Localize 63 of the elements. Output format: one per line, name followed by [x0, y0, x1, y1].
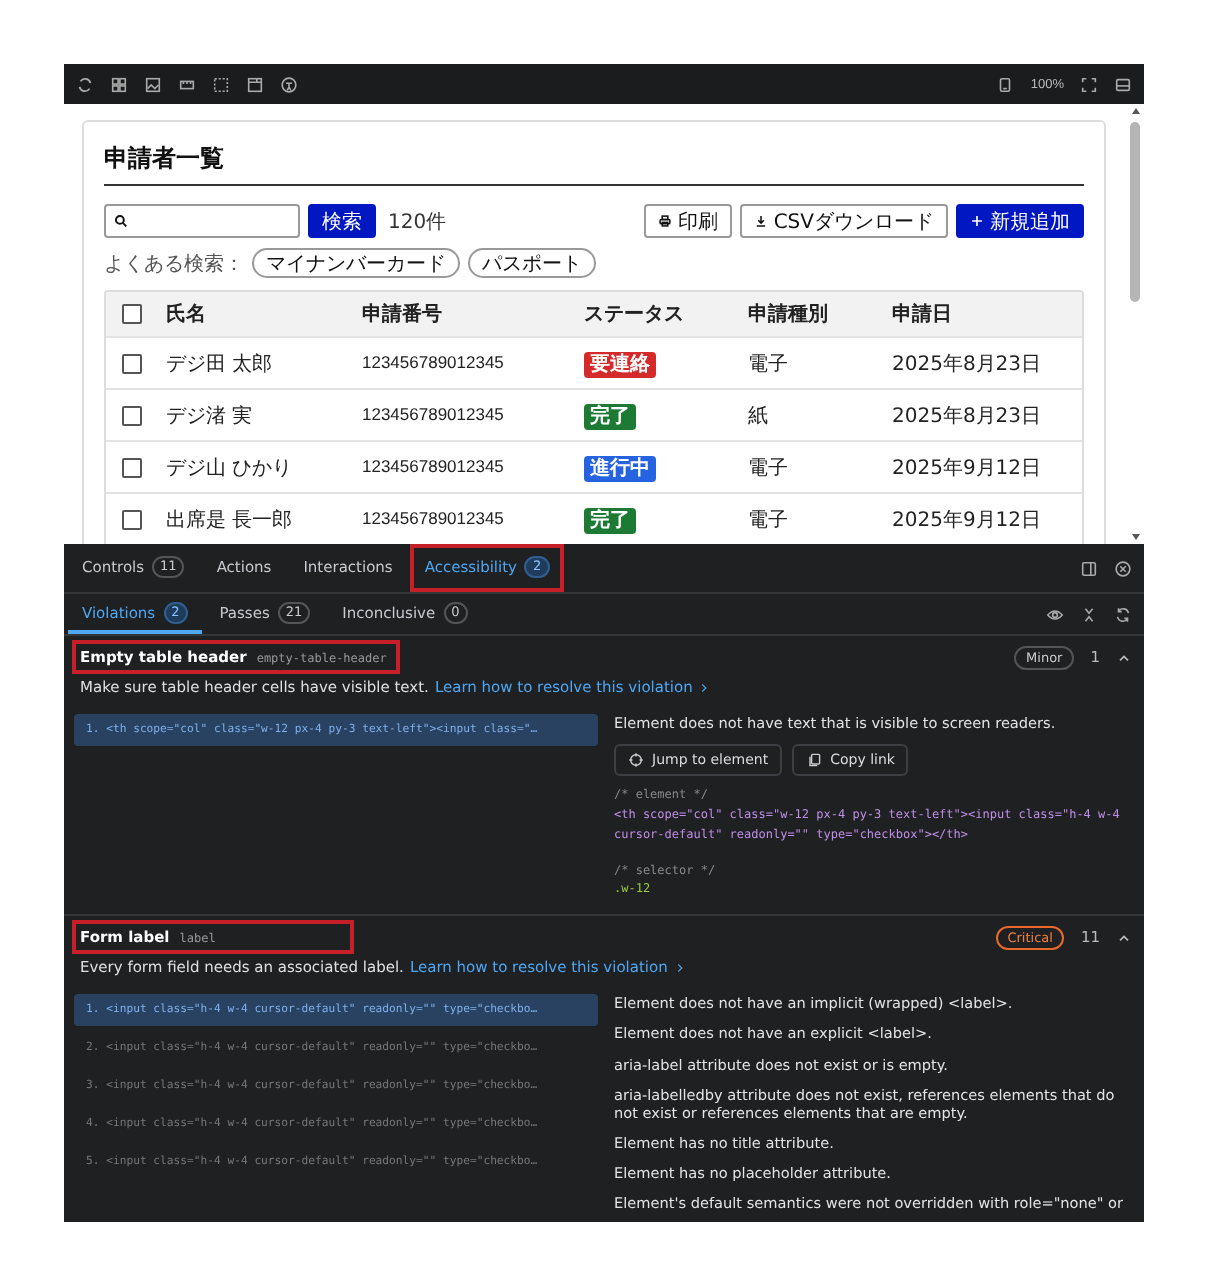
checkbox[interactable]	[122, 405, 142, 425]
target-icon	[628, 752, 644, 769]
checkbox[interactable]	[122, 509, 142, 529]
refresh-icon[interactable]	[1114, 605, 1132, 623]
copy-icon	[806, 752, 823, 769]
suggestions-label: よくある検索：	[104, 251, 244, 277]
table-cell: 電子	[748, 457, 788, 479]
column-header: 申請番号	[362, 304, 442, 326]
grid-icon[interactable]	[110, 75, 128, 93]
table-cell: デジ山 ひかり	[166, 457, 293, 479]
download-button[interactable]: CSVダウンロード	[739, 204, 948, 238]
status-badge: 要連絡	[584, 351, 656, 377]
panel-icon[interactable]	[1114, 75, 1132, 93]
plus-icon	[970, 214, 984, 228]
search-field[interactable]	[104, 204, 300, 238]
eye-icon[interactable]	[1046, 605, 1064, 623]
add-button[interactable]: 新規追加	[956, 204, 1084, 238]
table-cell: 2025年9月12日	[892, 457, 1042, 479]
table-cell: 電子	[748, 509, 788, 531]
status-badge: 完了	[584, 507, 636, 533]
table-cell: 123456789012345	[362, 352, 504, 372]
chevron-icon	[698, 681, 711, 693]
suggestion-chip[interactable]: マイナンバーカード	[252, 248, 460, 278]
table-cell: 2025年8月23日	[892, 353, 1042, 375]
checkbox[interactable]	[122, 304, 142, 324]
column-header: 氏名	[166, 304, 206, 326]
checkbox[interactable]	[122, 353, 142, 373]
collapse-icon[interactable]	[1080, 605, 1098, 623]
status-badge: 完了	[584, 403, 636, 429]
column-header: ステータス	[584, 304, 684, 326]
table-cell: 出席是 長一郎	[166, 509, 293, 531]
checkbox[interactable]	[122, 457, 142, 477]
search-button[interactable]: 検索	[308, 204, 376, 238]
suggestion-chip[interactable]: パスポート	[468, 248, 596, 278]
fullscreen-icon[interactable]	[1080, 75, 1098, 93]
table-cell: デジ田 太郎	[166, 353, 273, 375]
chevron-icon	[673, 961, 686, 974]
download-icon	[753, 214, 768, 228]
table-cell: 紙	[748, 405, 768, 427]
status-badge: 進行中	[584, 455, 656, 481]
table-cell: 123456789012345	[362, 508, 504, 528]
sidebar-icon[interactable]	[1080, 559, 1098, 577]
table-cell: 電子	[748, 353, 788, 375]
table-cell: 2025年9月12日	[892, 509, 1042, 531]
column-header: 申請種別	[748, 304, 828, 326]
column-header: 申請日	[892, 304, 952, 326]
page-title: 申請者一覧	[104, 142, 1084, 186]
search-icon	[114, 214, 128, 228]
accessibility-icon[interactable]	[280, 75, 298, 93]
table-cell: デジ渚 実	[166, 405, 253, 427]
print-button[interactable]: 印刷	[643, 204, 732, 238]
table-cell: 123456789012345	[362, 456, 504, 476]
result-count: 120件	[388, 209, 447, 235]
device-icon[interactable]	[996, 75, 1015, 93]
sync-icon[interactable]	[76, 75, 94, 93]
ruler-icon[interactable]	[178, 75, 196, 93]
window-icon[interactable]	[246, 75, 264, 93]
outline-icon[interactable]	[212, 75, 230, 93]
table-cell: 123456789012345	[362, 404, 504, 424]
printer-icon	[657, 214, 672, 228]
table-cell: 2025年8月23日	[892, 405, 1042, 427]
image-icon[interactable]	[144, 75, 162, 93]
close-icon[interactable]	[1114, 559, 1132, 577]
